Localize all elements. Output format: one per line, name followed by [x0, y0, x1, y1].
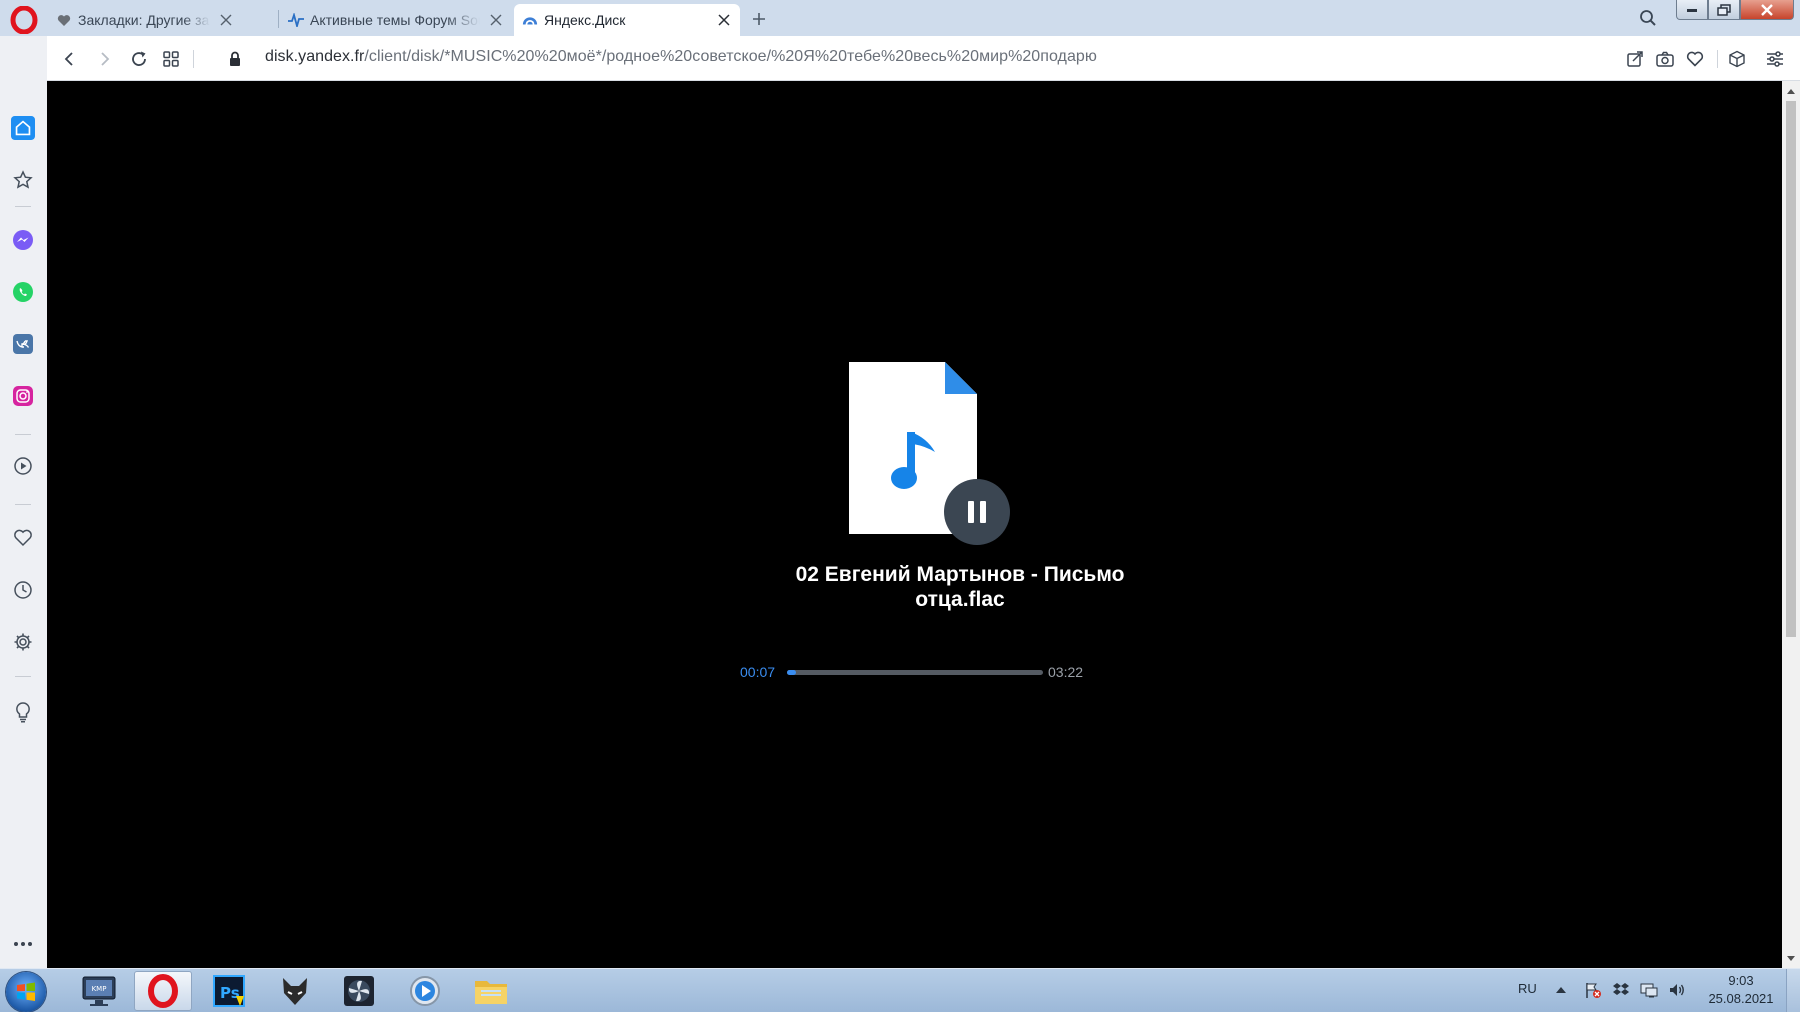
close-window-button[interactable]	[1740, 0, 1794, 20]
player-icon[interactable]	[11, 454, 35, 478]
close-icon[interactable]	[218, 12, 234, 28]
heart-bookmark-icon[interactable]	[1683, 47, 1707, 71]
camera-snapshot-icon[interactable]	[1653, 47, 1677, 71]
more-options-icon[interactable]	[11, 932, 35, 956]
audio-player-viewer: 02 Евгений Мартынов - Письмо отца.flac 0…	[47, 81, 1782, 968]
tab-title: Яндекс.Диск	[544, 12, 626, 28]
url-domain: disk.yandex.fr	[265, 48, 365, 65]
volume-icon[interactable]	[1668, 981, 1686, 999]
clock-time: 9:03	[1728, 973, 1754, 988]
tab-bookmarks[interactable]: Закладки: Другие закладки	[48, 4, 242, 36]
input-language[interactable]: RU	[1518, 981, 1537, 996]
sidebar-separator	[15, 676, 31, 677]
address-separator	[1717, 50, 1718, 68]
action-center-flag-icon[interactable]	[1584, 981, 1602, 999]
bookmarks-star-icon[interactable]	[11, 168, 35, 192]
track-title-line: 02 Евгений Мартынов - Письмо	[795, 563, 1125, 586]
tab-yandex-disk[interactable]: Яндекс.Диск	[514, 4, 740, 36]
progress-fill	[787, 670, 796, 675]
restore-button[interactable]	[1708, 0, 1740, 20]
foobar-app[interactable]	[266, 971, 324, 1011]
kmplayer-label: KMP	[92, 985, 107, 993]
show-desktop-button[interactable]	[1786, 969, 1800, 1012]
system-clock[interactable]: 9:03 25.08.2021	[1700, 972, 1782, 1008]
kmplayer-app[interactable]: KMP	[70, 971, 128, 1011]
dropbox-icon[interactable]	[1612, 981, 1630, 999]
close-icon[interactable]	[716, 12, 732, 28]
time-total: 03:22	[1048, 664, 1084, 680]
url-field[interactable]: disk.yandex.fr/client/disk/*MUSIC%20%20м…	[265, 48, 1097, 66]
time-current: 00:07	[740, 664, 776, 680]
settings-gear-icon[interactable]	[11, 630, 35, 654]
lightbulb-icon[interactable]	[11, 700, 35, 724]
history-clock-icon[interactable]	[11, 578, 35, 602]
url-path: /client/disk/*MUSIC%20%20моё*/родное%20с…	[364, 48, 1097, 65]
track-title-line: отца.flac	[915, 588, 1005, 611]
fan-app[interactable]	[330, 971, 388, 1011]
scroll-down-icon[interactable]	[1782, 950, 1800, 966]
forum-pulse-icon	[288, 12, 304, 28]
window-controls	[1676, 0, 1794, 22]
tab-title: Закладки: Другие закладки	[78, 12, 210, 28]
tab-separator	[278, 10, 279, 28]
reload-button[interactable]	[127, 47, 151, 71]
send-snapshot-icon[interactable]	[1623, 47, 1647, 71]
progress-bar[interactable]	[787, 670, 1043, 675]
media-player-app[interactable]	[396, 971, 454, 1011]
easy-setup-icon[interactable]	[1763, 47, 1787, 71]
windows-taskbar: KMP Ps RU 9:03 25.08.2021	[0, 968, 1800, 1012]
start-button[interactable]	[6, 972, 46, 1012]
tab-forum[interactable]: Активные темы Форум Sound	[280, 4, 512, 36]
address-separator	[193, 50, 194, 68]
back-button[interactable]	[57, 47, 81, 71]
sidebar	[0, 36, 47, 968]
extensions-cube-icon[interactable]	[1725, 47, 1749, 71]
address-bar: disk.yandex.fr/client/disk/*MUSIC%20%20м…	[47, 36, 1800, 81]
my-flow-heart-icon[interactable]	[11, 526, 35, 550]
explorer-app[interactable]	[462, 971, 520, 1011]
new-tab-button[interactable]	[748, 8, 770, 30]
yandex-disk-icon	[522, 12, 538, 28]
track-title: 02 Евгений Мартынов - Письмо отца.flac	[747, 562, 1173, 612]
opera-app[interactable]	[134, 971, 192, 1011]
messenger-icon[interactable]	[11, 228, 35, 252]
tray-expand-icon[interactable]	[1552, 981, 1570, 999]
close-icon[interactable]	[488, 12, 504, 28]
minimize-button[interactable]	[1676, 0, 1708, 20]
sidebar-separator	[15, 504, 31, 505]
vk-icon[interactable]	[11, 332, 35, 356]
scroll-up-icon[interactable]	[1782, 83, 1800, 99]
forward-button[interactable]	[93, 47, 117, 71]
heart-icon	[56, 12, 72, 28]
search-tabs-icon[interactable]	[1636, 6, 1660, 30]
whatsapp-icon[interactable]	[11, 280, 35, 304]
photoshop-app[interactable]: Ps	[200, 971, 258, 1011]
home-icon[interactable]	[11, 116, 35, 140]
scroll-thumb[interactable]	[1786, 101, 1796, 637]
sidebar-separator	[15, 434, 31, 435]
photoshop-label: Ps	[220, 984, 240, 1002]
instagram-icon[interactable]	[11, 384, 35, 408]
speed-dial-grid-icon[interactable]	[159, 47, 183, 71]
opera-menu-icon[interactable]	[10, 5, 38, 35]
page-scrollbar[interactable]	[1782, 81, 1800, 968]
network-icon[interactable]	[1640, 981, 1658, 999]
sidebar-separator	[15, 206, 31, 207]
pause-button[interactable]	[944, 479, 1010, 545]
tab-title: Активные темы Форум Sound	[310, 12, 480, 28]
lock-icon[interactable]	[223, 47, 247, 71]
clock-date: 25.08.2021	[1708, 991, 1774, 1006]
tab-bar: Закладки: Другие закладки Активные темы …	[0, 0, 1800, 36]
